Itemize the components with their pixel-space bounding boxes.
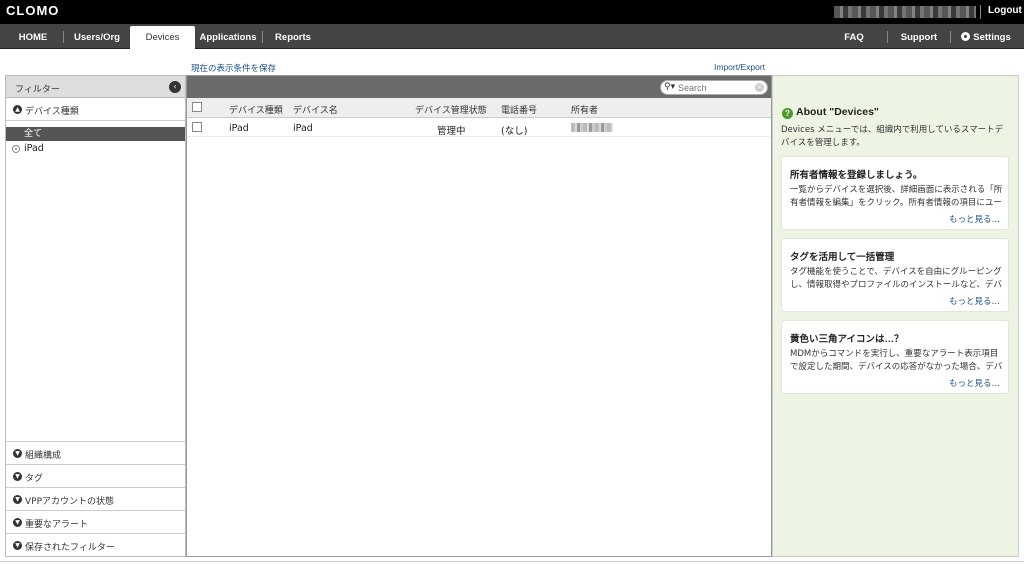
chevron-down-icon: ▼ [13,472,22,481]
search-input[interactable] [678,82,754,93]
footer-divider [0,561,1024,562]
nav-reports[interactable]: Reports [270,24,316,49]
row-checkbox[interactable] [192,122,202,132]
help-card-body: MDMからコマンドを実行し、重要なアラート表示項目で設定した期間、デバイスの応答… [790,349,1003,372]
help-panel: ? About "Devices" Devices メニューでは、組織内で利用して… [772,75,1019,557]
filter-section-label: VPPアカウントの状態 [25,497,115,507]
cell-phone-number: (なし) [501,126,528,137]
chevron-down-icon: ▼ [13,495,22,504]
filter-section-device-type[interactable]: ▲ デバイス種類 [6,98,185,121]
filter-section-saved[interactable]: ▼ 保存されたフィルター [6,533,185,556]
column-device-name[interactable]: デバイス名 [293,103,338,116]
top-bar: CLOMO Logout [0,0,1024,24]
column-owner[interactable]: 所有者 [571,103,598,116]
filter-section-organization[interactable]: ▼ 組織構成 [6,441,185,464]
nav-support[interactable]: Support [896,24,942,49]
help-title: ? About "Devices" [782,106,879,119]
import-export-link[interactable]: Import/Export [714,62,765,72]
chevron-down-icon: ▼ [13,541,22,550]
chevron-down-icon: ▼ [13,518,22,527]
nav-applications[interactable]: Applications [198,24,258,49]
user-name-redacted [834,6,976,18]
cell-device-name[interactable]: iPad [293,123,313,134]
chevron-up-icon: ▲ [13,105,22,114]
filter-section-tags[interactable]: ▼ タグ [6,464,185,487]
filter-option-ipad[interactable]: iPad [6,142,185,156]
nav-divider [262,31,263,43]
nav-home[interactable]: HOME [8,24,58,49]
cell-management-status: 管理中 [437,126,466,137]
help-description: Devices メニューでは、組織内で利用しているスマートデバイスを管理します。 [781,125,1004,148]
filter-sections: ▼ 組織構成 ▼ タグ ▼ VPPアカウントの状態 ▼ 重要なアラート ▼ 保存… [6,441,185,556]
cell-owner-redacted [571,123,613,132]
help-card: 黄色い三角アイコンは…？ MDMからコマンドを実行し、重要なアラート表示項目で設… [781,320,1009,394]
help-card-body: 一覧からデバイスを選択後、詳細画面に表示される「所有者情報を編集」をクリック。所… [790,185,1003,208]
nav-users-org[interactable]: Users/Org [66,24,128,49]
top-divider [980,5,981,19]
table-header: デバイス種類 デバイス名 デバイス管理状態 電話番号 所有者 [187,98,771,118]
filter-option-label: iPad [24,143,44,154]
help-icon: ? [782,108,793,119]
filter-panel: フィルター ‹ ▲ デバイス種類 全て iPad ▼ 組織構成 ▼ タグ ▼ V… [5,75,186,557]
help-card-title: 黄色い三角アイコンは…？ [790,334,904,345]
help-card: タグを活用して一括管理 タグ機能を使うことで、デバイスを自由にグルーピングし、情… [781,238,1009,312]
filter-option-all[interactable]: 全て [6,127,185,141]
filter-section-vpp[interactable]: ▼ VPPアカウントの状態 [6,487,185,510]
column-management-status[interactable]: デバイス管理状態 [415,103,487,116]
help-card: 所有者情報を登録しましょう。 一覧からデバイスを選択後、詳細画面に表示される「所… [781,156,1009,230]
more-link[interactable]: もっと見る… [949,377,1000,389]
nav-devices[interactable]: Devices [130,26,195,50]
filter-section-label: タグ [25,474,44,484]
more-link[interactable]: もっと見る… [949,213,1000,225]
column-phone-number[interactable]: 電話番号 [501,103,537,116]
save-view-link[interactable]: 現在の表示条件を保存 [191,62,276,74]
help-card-title: タグを活用して一括管理 [790,252,895,263]
filter-header: フィルター ‹ [6,76,185,98]
nav-settings-label: Settings [973,32,1011,43]
nav-divider [950,31,951,43]
radio-icon [12,145,20,153]
filter-section-label: 保存されたフィルター [25,543,115,553]
column-device-type[interactable]: デバイス種類 [229,103,283,116]
nav-divider [887,31,888,43]
clear-search-icon[interactable]: × [755,83,764,92]
chevron-down-icon: ▼ [13,449,22,458]
table-toolbar: ⚲▾ × [187,76,771,98]
filter-section-alerts[interactable]: ▼ 重要なアラート [6,510,185,533]
cell-device-type: iPad [229,123,249,134]
clomo-logo[interactable]: CLOMO [6,3,59,18]
filter-section-label: デバイス種類 [25,107,79,117]
filter-title: フィルター [15,85,60,95]
nav-settings[interactable]: Settings [958,24,1014,49]
gear-icon [961,32,971,41]
search-icon[interactable]: ⚲▾ [664,82,675,92]
help-title-text: About "Devices" [796,106,879,118]
device-table: ⚲▾ × デバイス種類 デバイス名 デバイス管理状態 電話番号 所有者 iPad… [186,75,772,557]
filter-section-label: 重要なアラート [25,520,89,530]
help-card-title: 所有者情報を登録しましょう。 [790,170,923,181]
nav-faq[interactable]: FAQ [836,24,872,49]
search-box[interactable]: ⚲▾ × [660,80,768,95]
main-nav: HOME Users/Org Devices Applications Repo… [0,24,1024,50]
help-card-body: タグ機能を使うことで、デバイスを自由にグルーピングし、情報取得やプロファイルのイ… [790,267,1002,290]
filter-section-label: 組織構成 [25,451,62,461]
table-row[interactable]: iPad iPad 管理中 (なし) [187,118,771,137]
select-all-checkbox[interactable] [192,102,202,112]
nav-divider [63,31,64,43]
logout-link[interactable]: Logout [988,5,1022,16]
collapse-panel-button[interactable]: ‹ [169,81,181,93]
more-link[interactable]: もっと見る… [949,295,1000,307]
